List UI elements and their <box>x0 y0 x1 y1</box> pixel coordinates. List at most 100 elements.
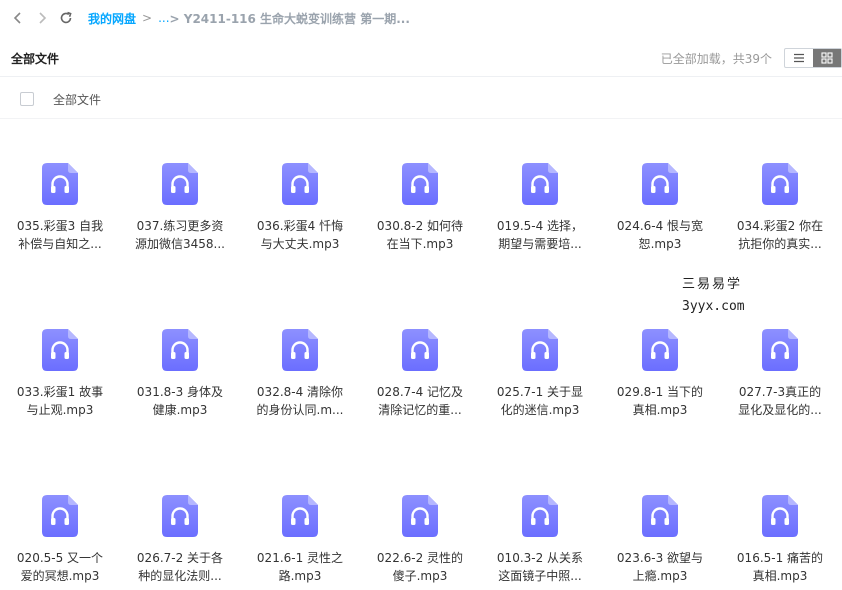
view-toggle <box>784 48 842 68</box>
file-name-line: 025.7-1 关于显 <box>496 385 584 399</box>
grid-view-button[interactable] <box>813 49 841 67</box>
file-item[interactable]: 024.6-4 恨与宽 恕.mp3 <box>600 118 720 258</box>
file-item[interactable]: 023.6-3 欲望与 上瘾.mp3 <box>600 450 720 590</box>
file-name-line: 与止观.mp3 <box>26 403 94 417</box>
file-name: 020.5-5 又一个 爱的冥想.mp3 <box>10 549 110 585</box>
breadcrumb-ellipsis[interactable]: ... <box>158 11 169 25</box>
file-name-line: 这面镜子中照... <box>498 569 582 583</box>
file-item[interactable]: 020.5-5 又一个 爱的冥想.mp3 <box>0 450 120 590</box>
refresh-icon <box>60 11 72 24</box>
audio-file-icon <box>402 329 438 371</box>
file-name-line: 源加微信3458... <box>135 237 225 251</box>
file-name-line: 035.彩蛋3 自我 <box>16 219 104 233</box>
file-name: 036.彩蛋4 忏悔 与大丈夫.mp3 <box>250 217 350 253</box>
file-item[interactable]: 032.8-4 清除你 的身份认同.m... <box>240 284 360 424</box>
audio-file-icon <box>642 329 678 371</box>
audio-file-icon <box>42 163 78 205</box>
file-name: 026.7-2 关于各 种的显化法则... <box>130 549 230 585</box>
file-name-line: 032.8-4 清除你 <box>256 385 344 399</box>
file-name-line: 029.8-1 当下的 <box>616 385 704 399</box>
file-name-line: 037.练习更多资 <box>136 219 224 233</box>
file-name: 032.8-4 清除你 的身份认同.m... <box>250 383 350 419</box>
audio-file-icon <box>522 329 558 371</box>
file-item[interactable]: 022.6-2 灵性的 傻子.mp3 <box>360 450 480 590</box>
file-name: 024.6-4 恨与宽 恕.mp3 <box>610 217 710 253</box>
top-nav-bar: 我的网盘 > ... > Y2411-116 生命大蜕变训练营 第一期... <box>0 0 842 36</box>
file-name-line: 健康.mp3 <box>152 403 208 417</box>
audio-file-icon <box>162 163 198 205</box>
audio-file-icon <box>402 163 438 205</box>
file-item[interactable]: 028.7-4 记忆及 清除记忆的重... <box>360 284 480 424</box>
forward-button[interactable] <box>30 0 54 36</box>
file-name-line: 种的显化法则... <box>138 569 222 583</box>
audio-file-icon <box>522 495 558 537</box>
page-title: 全部文件 <box>11 51 60 66</box>
file-name-line: 021.6-1 灵性之 <box>256 551 344 565</box>
audio-file-icon <box>762 163 798 205</box>
file-item[interactable]: 016.5-1 痛苦的 真相.mp3 <box>720 450 840 590</box>
audio-file-icon <box>282 495 318 537</box>
back-button[interactable] <box>6 0 30 36</box>
file-name: 022.6-2 灵性的 傻子.mp3 <box>370 549 470 585</box>
file-item[interactable]: 031.8-3 身体及 健康.mp3 <box>120 284 240 424</box>
file-name-line: 016.5-1 痛苦的 <box>736 551 824 565</box>
file-item[interactable]: 035.彩蛋3 自我 补偿与自知之... <box>0 118 120 258</box>
file-name-line: 补偿与自知之... <box>18 237 102 251</box>
file-name: 037.练习更多资 源加微信3458... <box>130 217 230 253</box>
file-name-line: 恕.mp3 <box>638 237 682 251</box>
file-name: 033.彩蛋1 故事 与止观.mp3 <box>10 383 110 419</box>
file-item[interactable]: 021.6-1 灵性之 路.mp3 <box>240 450 360 590</box>
file-name-line: 路.mp3 <box>278 569 322 583</box>
file-name: 016.5-1 痛苦的 真相.mp3 <box>730 549 830 585</box>
file-name: 030.8-2 如何待 在当下.mp3 <box>370 217 470 253</box>
file-item[interactable]: 019.5-4 选择， 期望与需要培... <box>480 118 600 258</box>
file-item[interactable]: 030.8-2 如何待 在当下.mp3 <box>360 118 480 258</box>
file-name-line: 清除记忆的重... <box>378 403 462 417</box>
refresh-button[interactable] <box>54 0 78 36</box>
select-all-row: 全部文件 <box>0 80 842 119</box>
file-name-line: 030.8-2 如何待 <box>376 219 464 233</box>
file-item[interactable]: 034.彩蛋2 你在 抗拒你的真实... <box>720 118 840 258</box>
breadcrumb-separator: > <box>142 11 153 25</box>
file-name-line: 033.彩蛋1 故事 <box>16 385 104 399</box>
file-name-line: 010.3-2 从关系 <box>496 551 584 565</box>
file-name: 021.6-1 灵性之 路.mp3 <box>250 549 350 585</box>
file-name: 029.8-1 当下的 真相.mp3 <box>610 383 710 419</box>
file-item[interactable]: 033.彩蛋1 故事 与止观.mp3 <box>0 284 120 424</box>
audio-file-icon <box>402 495 438 537</box>
file-name-line: 化的迷信.mp3 <box>500 403 580 417</box>
file-name-line: 028.7-4 记忆及 <box>376 385 464 399</box>
audio-file-icon <box>642 163 678 205</box>
file-name-line: 抗拒你的真实... <box>738 237 822 251</box>
breadcrumb-current-folder: > Y2411-116 生命大蜕变训练营 第一期... <box>169 11 410 26</box>
file-name: 035.彩蛋3 自我 补偿与自知之... <box>10 217 110 253</box>
audio-file-icon <box>42 329 78 371</box>
file-name-line: 真相.mp3 <box>632 403 688 417</box>
file-name: 010.3-2 从关系 这面镜子中照... <box>490 549 590 585</box>
file-item[interactable]: 010.3-2 从关系 这面镜子中照... <box>480 450 600 590</box>
file-name-line: 023.6-3 欲望与 <box>616 551 704 565</box>
grid-view-icon <box>821 52 833 64</box>
file-name-line: 爱的冥想.mp3 <box>20 569 100 583</box>
list-view-button[interactable] <box>785 49 813 67</box>
load-status-text: 已全部加载，共39个 <box>660 51 772 66</box>
audio-file-icon <box>282 329 318 371</box>
select-all-checkbox[interactable] <box>20 92 34 106</box>
file-item[interactable]: 026.7-2 关于各 种的显化法则... <box>120 450 240 590</box>
file-name-line: 026.7-2 关于各 <box>136 551 224 565</box>
file-name-line: 与大丈夫.mp3 <box>260 237 340 251</box>
audio-file-icon <box>162 495 198 537</box>
file-name: 034.彩蛋2 你在 抗拒你的真实... <box>730 217 830 253</box>
audio-file-icon <box>522 163 558 205</box>
file-name: 031.8-3 身体及 健康.mp3 <box>130 383 230 419</box>
file-name-line: 020.5-5 又一个 <box>16 551 104 565</box>
breadcrumb-root-link[interactable]: 我的网盘 <box>88 10 136 27</box>
file-name-line: 期望与需要培... <box>498 237 582 251</box>
file-name-line: 的身份认同.m... <box>256 403 344 417</box>
chevron-left-icon <box>13 12 21 24</box>
file-item[interactable]: 037.练习更多资 源加微信3458... <box>120 118 240 258</box>
watermark: 三易易学 3yyx.com <box>682 274 745 318</box>
file-name-line: 022.6-2 灵性的 <box>376 551 464 565</box>
file-item[interactable]: 036.彩蛋4 忏悔 与大丈夫.mp3 <box>240 118 360 258</box>
file-item[interactable]: 025.7-1 关于显 化的迷信.mp3 <box>480 284 600 424</box>
